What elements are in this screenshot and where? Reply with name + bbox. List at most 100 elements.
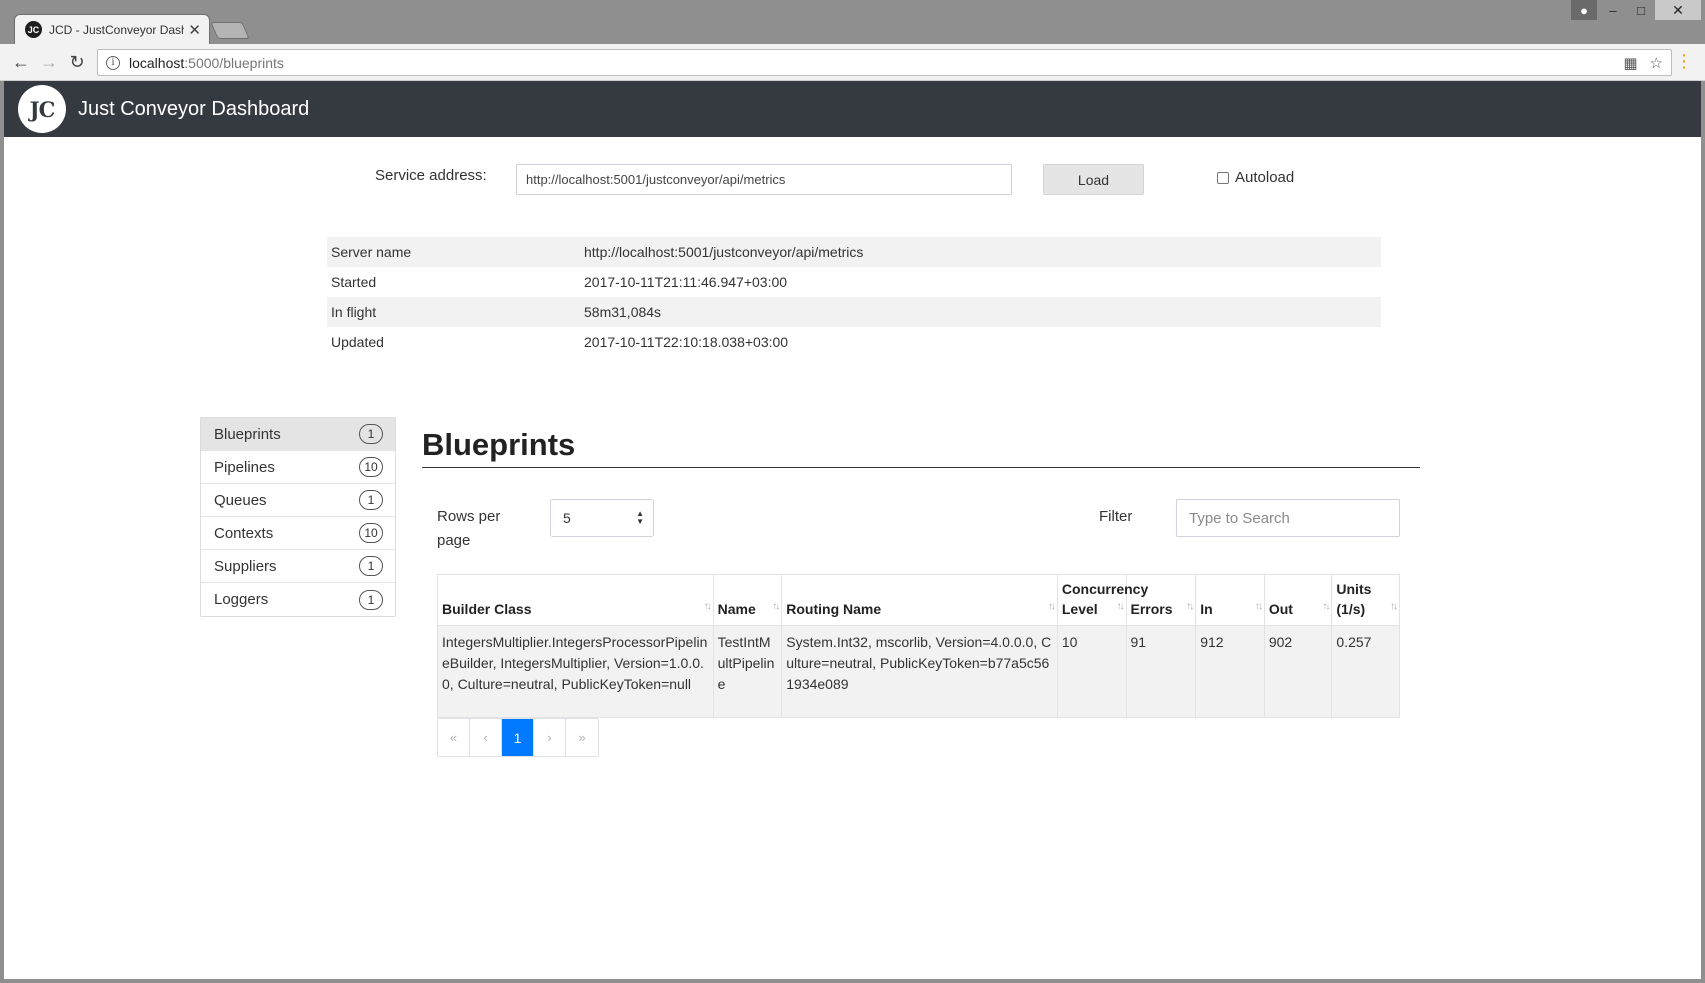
- info-label: In flight: [327, 297, 584, 327]
- column-header-routing-name[interactable]: Routing Name ↑↓: [781, 574, 1058, 626]
- info-value: 2017-10-11T21:11:46.947+03:00: [584, 274, 788, 290]
- sort-icon: ↑↓: [1390, 601, 1398, 612]
- table-row[interactable]: IntegersMultiplier.IntegersProcessorPipe…: [437, 625, 1400, 718]
- favicon-icon: JC: [25, 21, 42, 38]
- autoload-label: Autoload: [1235, 169, 1295, 186]
- table-cell: 902: [1263, 625, 1333, 718]
- table-cell: TestIntMultPipeline: [712, 625, 783, 718]
- sidebar-item-queues[interactable]: Queues 1: [201, 484, 395, 517]
- tab-close-icon[interactable]: ✕: [188, 21, 201, 39]
- autoload-toggle[interactable]: Autoload: [1217, 169, 1294, 186]
- table-cell: 0.257: [1331, 625, 1400, 718]
- table-cell: IntegersMultiplier.IntegersProcessorPipe…: [437, 625, 714, 718]
- tab-title: JCD - JustConveyor Dash: [49, 22, 185, 37]
- count-badge: 1: [359, 589, 383, 610]
- blueprints-table: Builder Class ↑↓ Name ↑↓ Routing Name ↑↓ Co…: [437, 574, 1400, 718]
- table-header-row: Builder Class ↑↓ Name ↑↓ Routing Name ↑↓ Co…: [437, 574, 1400, 626]
- select-arrows-icon: ▲ ▼: [636, 509, 644, 526]
- table-cell: 912: [1195, 625, 1265, 718]
- info-label: Updated: [331, 334, 384, 350]
- sidebar-item-label: Pipelines: [214, 458, 275, 476]
- sort-icon: ↑↓: [1186, 601, 1194, 612]
- count-badge: 1: [359, 424, 383, 444]
- sort-icon: ↑↓: [772, 601, 780, 612]
- reload-icon[interactable]: ↻: [64, 49, 90, 75]
- next-page-button[interactable]: ›: [534, 719, 566, 756]
- pagination: « ‹ 1 › »: [437, 718, 599, 757]
- info-label: Started: [331, 274, 377, 290]
- sidebar-item-loggers[interactable]: Loggers 1: [201, 583, 395, 616]
- sidebar-item-label: Loggers: [214, 591, 269, 608]
- rows-per-page-value: 5: [563, 510, 571, 526]
- close-window-icon[interactable]: ✕: [1655, 0, 1701, 20]
- sort-icon: ↑↓: [1254, 601, 1263, 612]
- minimize-icon[interactable]: –: [1599, 0, 1627, 20]
- user-icon[interactable]: ●: [1571, 0, 1597, 20]
- info-label: Server name: [327, 237, 584, 267]
- column-header-in[interactable]: In ↑↓: [1195, 574, 1265, 626]
- column-header-units[interactable]: Units (1/s) ↑↓: [1331, 574, 1400, 626]
- last-page-button[interactable]: »: [566, 719, 598, 756]
- sidebar-item-label: Queues: [214, 491, 267, 509]
- autoload-checkbox[interactable]: [1217, 171, 1229, 184]
- sidebar-nav: Blueprints 1 Pipelines 10 Queues 1 Conte…: [200, 417, 396, 617]
- logo: JC: [18, 85, 66, 133]
- prev-page-button[interactable]: ‹: [470, 719, 502, 756]
- page-viewport: JC Just Conveyor Dashboard Service addre…: [4, 81, 1701, 979]
- count-badge: 10: [359, 523, 383, 543]
- window-controls: ● – □ ✕: [1571, 0, 1701, 20]
- info-row: Updated 2017-10-11T22:10:18.038+03:00: [327, 327, 1381, 357]
- translate-icon[interactable]: ▦: [1623, 54, 1637, 72]
- page-title: Blueprints: [422, 422, 1420, 468]
- sidebar-item-pipelines[interactable]: Pipelines 10: [201, 451, 395, 484]
- info-row: In flight 58m31,084s: [327, 297, 1381, 327]
- sort-icon: ↑↓: [703, 601, 712, 612]
- forward-arrow-icon[interactable]: →: [36, 49, 62, 75]
- sidebar-item-label: Blueprints: [214, 425, 281, 443]
- sort-icon: ↑↓: [1322, 601, 1330, 612]
- browser-tab[interactable]: JC JCD - JustConveyor Dash ✕: [14, 14, 210, 44]
- info-icon[interactable]: i: [106, 55, 120, 70]
- browser-menu-icon[interactable]: ⋮: [1675, 51, 1693, 71]
- sidebar-item-contexts[interactable]: Contexts 10: [201, 517, 395, 550]
- maximize-icon[interactable]: □: [1627, 0, 1655, 20]
- load-button[interactable]: Load: [1043, 164, 1144, 195]
- table-cell: 10: [1056, 625, 1127, 718]
- column-header-errors[interactable]: Errors ↑↓: [1125, 574, 1197, 626]
- browser-toolbar: ← → ↻ i localhost:5000/blueprints ▦ ☆ ⋮: [0, 44, 1705, 81]
- info-value: 2017-10-11T22:10:18.038+03:00: [584, 334, 789, 350]
- page-button-current[interactable]: 1: [502, 719, 534, 756]
- sidebar-item-label: Suppliers: [214, 557, 277, 575]
- sidebar-item-suppliers[interactable]: Suppliers 1: [201, 550, 395, 583]
- column-header-concurrency-level[interactable]: Concurrency Level ↑↓: [1056, 574, 1148, 626]
- info-value: 58m31,084s: [584, 297, 1381, 327]
- star-icon[interactable]: ☆: [1650, 54, 1663, 72]
- browser-titlebar: JC JCD - JustConveyor Dash ✕ ● – □ ✕: [0, 0, 1705, 44]
- server-info-table: Server name http://localhost:5001/justco…: [327, 237, 1381, 357]
- count-badge: 1: [359, 490, 383, 510]
- back-arrow-icon[interactable]: ←: [8, 49, 34, 75]
- new-tab-button[interactable]: [210, 22, 250, 39]
- table-cell: 91: [1125, 625, 1197, 718]
- service-address-label: Service address:: [375, 167, 487, 184]
- address-bar[interactable]: i localhost:5000/blueprints ▦ ☆: [97, 49, 1672, 76]
- sort-icon: ↑↓: [1047, 601, 1056, 612]
- url-text: localhost:5000/blueprints: [129, 54, 284, 71]
- filter-label: Filter: [1099, 508, 1133, 525]
- rows-per-page-select[interactable]: 5 ▲ ▼: [550, 499, 654, 537]
- info-row: Server name http://localhost:5001/justco…: [327, 237, 1381, 267]
- sidebar-item-blueprints[interactable]: Blueprints 1: [201, 418, 395, 451]
- sidebar-item-label: Contexts: [214, 524, 274, 542]
- table-cell: System.Int32, mscorlib, Version=4.0.0.0,…: [781, 625, 1058, 718]
- first-page-button[interactable]: «: [438, 719, 470, 756]
- app-navbar: JC Just Conveyor Dashboard: [4, 81, 1701, 137]
- count-badge: 10: [359, 457, 383, 477]
- column-header-name[interactable]: Name ↑↓: [712, 574, 783, 626]
- filter-input[interactable]: [1176, 499, 1400, 537]
- info-value: http://localhost:5001/justconveyor/api/m…: [584, 237, 1381, 267]
- column-header-out[interactable]: Out ↑↓: [1263, 574, 1333, 626]
- column-header-builder-class[interactable]: Builder Class ↑↓: [437, 574, 714, 626]
- service-address-input[interactable]: [516, 164, 1012, 195]
- app-brand[interactable]: Just Conveyor Dashboard: [78, 98, 309, 121]
- info-row: Started 2017-10-11T21:11:46.947+03:00: [327, 267, 1381, 297]
